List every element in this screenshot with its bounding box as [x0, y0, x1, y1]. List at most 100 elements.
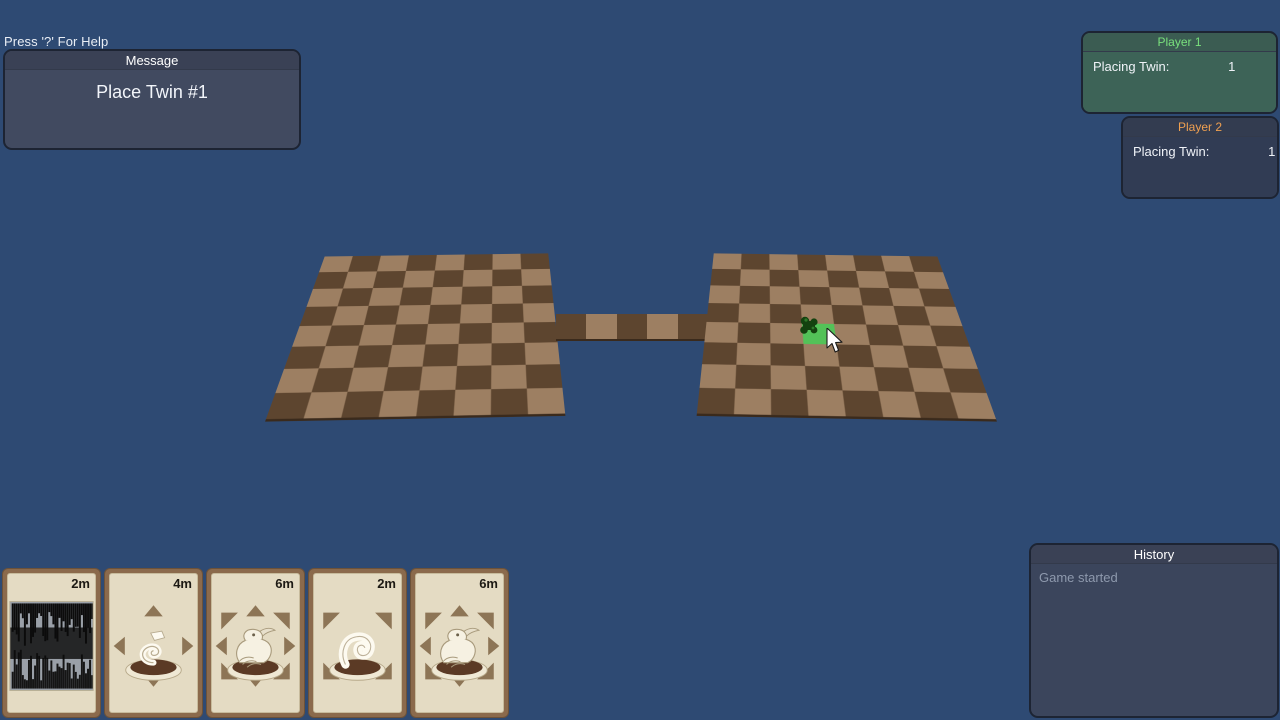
board-square-highlighted[interactable]: [802, 323, 837, 345]
player-panel-2[interactable]: Player 2 Placing Twin: 1: [1121, 116, 1279, 199]
board-square[interactable]: [432, 270, 464, 288]
board-square[interactable]: [919, 288, 956, 307]
hand-card[interactable]: 4m: [105, 569, 202, 717]
board-square[interactable]: [331, 305, 369, 326]
board-square[interactable]: [372, 270, 406, 289]
board-square[interactable]: [318, 345, 359, 369]
board-square[interactable]: [853, 255, 885, 272]
board-square[interactable]: [903, 345, 944, 369]
board-square[interactable]: [769, 303, 803, 324]
board-square[interactable]: [873, 367, 915, 392]
board-square[interactable]: [739, 285, 770, 304]
board-square[interactable]: [491, 322, 525, 344]
board-square[interactable]: [265, 392, 312, 420]
board-square[interactable]: [525, 364, 563, 389]
bridge-square[interactable]: [647, 314, 678, 339]
board-square[interactable]: [378, 390, 420, 418]
board-square[interactable]: [704, 321, 739, 343]
board-square[interactable]: [524, 342, 560, 365]
board-square[interactable]: [930, 325, 970, 347]
board-square[interactable]: [733, 388, 772, 415]
board-square[interactable]: [881, 255, 914, 272]
board-square[interactable]: [419, 365, 458, 391]
board-square[interactable]: [898, 325, 937, 347]
board-square[interactable]: [825, 254, 857, 271]
board-square[interactable]: [526, 387, 566, 415]
board-square[interactable]: [459, 303, 493, 324]
board-square[interactable]: [924, 306, 963, 327]
board-square[interactable]: [770, 365, 807, 390]
board-square[interactable]: [706, 303, 740, 323]
board-square[interactable]: [311, 367, 354, 393]
board-square[interactable]: [284, 346, 326, 369]
board-square[interactable]: [463, 254, 493, 271]
board-square[interactable]: [491, 303, 524, 323]
board-square[interactable]: [831, 304, 867, 325]
board-square[interactable]: [383, 366, 423, 392]
board-square[interactable]: [803, 343, 840, 367]
board-square[interactable]: [461, 286, 493, 305]
board-square[interactable]: [392, 324, 428, 346]
board-square[interactable]: [913, 271, 950, 289]
board-square[interactable]: [425, 323, 460, 345]
board-square[interactable]: [521, 268, 552, 286]
board-square[interactable]: [348, 255, 381, 272]
board-square[interactable]: [829, 287, 863, 306]
board-square[interactable]: [856, 270, 890, 289]
board-square[interactable]: [839, 366, 879, 392]
board-square[interactable]: [522, 303, 556, 323]
board-square[interactable]: [769, 269, 800, 287]
board-square[interactable]: [866, 324, 904, 346]
board-square[interactable]: [740, 269, 770, 287]
board-square[interactable]: [292, 325, 332, 347]
board-square[interactable]: [738, 303, 771, 323]
board-square[interactable]: [275, 368, 319, 394]
board-square[interactable]: [416, 389, 456, 417]
twin-piece[interactable]: [797, 314, 823, 338]
board-square[interactable]: [491, 342, 526, 366]
board-square[interactable]: [358, 324, 396, 346]
board-square[interactable]: [806, 389, 846, 417]
board-square[interactable]: [889, 288, 925, 307]
board-square[interactable]: [430, 286, 463, 305]
board-square[interactable]: [363, 305, 400, 326]
board-square[interactable]: [337, 288, 373, 307]
board-square[interactable]: [342, 271, 378, 289]
board-square[interactable]: [800, 304, 834, 324]
board-square[interactable]: [428, 304, 462, 324]
hand-card[interactable]: 6m: [411, 569, 508, 717]
board-square[interactable]: [347, 367, 389, 392]
board-square[interactable]: [878, 391, 921, 418]
board-square[interactable]: [299, 306, 338, 327]
history-panel[interactable]: History Game started: [1029, 543, 1279, 718]
bridge-square[interactable]: [586, 314, 617, 339]
board-square[interactable]: [950, 392, 997, 420]
board-square[interactable]: [710, 268, 741, 286]
board-square[interactable]: [699, 364, 737, 389]
board-square[interactable]: [492, 269, 522, 287]
board-square[interactable]: [399, 287, 433, 306]
board-square[interactable]: [799, 286, 832, 305]
player-panel-1[interactable]: Player 1 Placing Twin: 1: [1081, 31, 1278, 114]
board-square[interactable]: [862, 305, 899, 326]
bridge-square[interactable]: [556, 314, 587, 339]
board-square[interactable]: [491, 364, 527, 390]
board-square[interactable]: [377, 255, 409, 272]
board-right-grid[interactable]: [696, 253, 997, 420]
board-square[interactable]: [319, 256, 353, 273]
board-square[interactable]: [740, 253, 770, 270]
hand-card[interactable]: 6m: [207, 569, 304, 717]
board-square[interactable]: [325, 325, 364, 347]
board-left-grid[interactable]: [265, 253, 566, 420]
board-square[interactable]: [303, 391, 348, 419]
bridge-square[interactable]: [677, 314, 708, 339]
board-square[interactable]: [434, 254, 465, 271]
board-square[interactable]: [769, 286, 801, 305]
board-square[interactable]: [341, 391, 384, 418]
board-square[interactable]: [842, 390, 884, 418]
board-square[interactable]: [388, 344, 426, 368]
board-square[interactable]: [936, 346, 978, 369]
board-square[interactable]: [457, 343, 492, 366]
board-square[interactable]: [521, 285, 554, 304]
board-square[interactable]: [908, 367, 951, 393]
